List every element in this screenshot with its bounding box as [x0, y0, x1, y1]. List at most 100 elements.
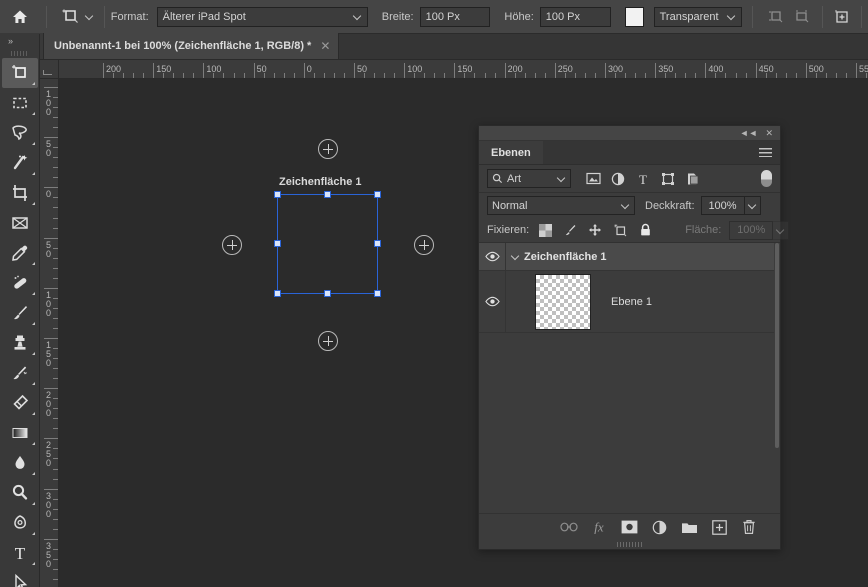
table-row[interactable]: Ebene 1 [479, 271, 780, 333]
group-expand-chevron[interactable] [506, 252, 524, 261]
artboard-selection-box[interactable] [274, 191, 381, 297]
home-button[interactable] [0, 0, 40, 34]
lock-all-button[interactable] [637, 222, 653, 238]
handle-bottom-center[interactable] [323, 290, 331, 297]
handle-middle-left[interactable] [274, 240, 281, 247]
ruler-minor-tick [584, 73, 586, 78]
table-row[interactable]: Zeichenfläche 1 [479, 243, 780, 271]
artboard-align-top-button[interactable] [789, 4, 816, 30]
ruler-minor-tick [665, 73, 667, 78]
tool-brush[interactable] [2, 298, 38, 328]
options-bar: Format: Älterer iPad Spot Breite: 100 Px… [0, 0, 868, 34]
tool-blur[interactable] [2, 448, 38, 478]
opacity-input[interactable]: 100% [700, 196, 745, 215]
document-tab[interactable]: Unbenannt-1 bei 100% (Zeichenfläche 1, R… [44, 33, 340, 59]
ruler-origin-corner[interactable] [40, 60, 59, 79]
panel-title-bar[interactable]: ◄◄ ✕ [479, 126, 780, 141]
format-select[interactable]: Älterer iPad Spot [156, 6, 368, 27]
tool-history-brush[interactable] [2, 358, 38, 388]
layer-thumbnail[interactable] [535, 273, 591, 330]
new-group-button[interactable] [680, 518, 698, 536]
add-artboard-right-button[interactable] [414, 235, 434, 255]
tool-crop[interactable] [2, 178, 38, 208]
tool-path-selection[interactable] [2, 568, 38, 587]
blend-mode-select[interactable]: Normal [487, 196, 635, 215]
delete-layer-button[interactable] [740, 518, 758, 536]
width-input[interactable]: 100 Px [419, 6, 491, 27]
type-tool-icon: T [15, 544, 26, 563]
tool-clone-stamp[interactable] [2, 328, 38, 358]
artboard-align-left-button[interactable] [762, 4, 789, 30]
handle-top-center[interactable] [323, 191, 331, 198]
filter-kind-select[interactable]: Art [487, 169, 571, 188]
filter-enable-toggle[interactable] [761, 170, 772, 187]
height-input[interactable]: 100 Px [539, 6, 611, 27]
panel-collapse-icon[interactable]: ◄◄ [740, 128, 758, 138]
filter-smartobject-button[interactable] [685, 171, 701, 187]
link-layers-button[interactable] [560, 518, 578, 536]
add-artboard-bottom-button[interactable] [318, 331, 338, 351]
layer-mask-button[interactable] [620, 518, 638, 536]
ruler-minor-tick [53, 418, 58, 420]
tool-magic-wand[interactable] [2, 148, 38, 178]
tool-lasso[interactable] [2, 118, 38, 148]
toolbar-drag-grip[interactable] [0, 48, 39, 58]
lock-transparent-pixels-button[interactable] [537, 222, 553, 238]
filter-pixel-button[interactable] [585, 171, 601, 187]
tool-pen[interactable] [2, 508, 38, 538]
filter-adjustment-button[interactable] [610, 171, 626, 187]
ruler-label: 3 0 0 [45, 490, 51, 519]
artboard-name-label[interactable]: Zeichenfläche 1 [279, 176, 362, 188]
layer-style-button[interactable]: fx [590, 518, 608, 536]
handle-bottom-left[interactable] [274, 290, 281, 297]
tool-gradient[interactable] [2, 418, 38, 448]
width-label: Breite: [381, 10, 414, 23]
vertical-ruler[interactable]: 1 0 05 005 01 0 01 5 02 0 02 5 03 0 03 5… [40, 79, 59, 587]
ruler-tick [655, 63, 657, 78]
layer-list[interactable]: Zeichenfläche 1 Ebene 1 [479, 243, 780, 513]
new-layer-button[interactable] [710, 518, 728, 536]
close-icon[interactable]: ✕ [320, 39, 330, 53]
add-artboard-top-button[interactable] [318, 139, 338, 159]
tool-preset-picker[interactable] [53, 3, 98, 31]
handle-middle-right[interactable] [374, 240, 381, 247]
ruler-minor-tick [635, 73, 637, 78]
panel-resize-grip[interactable] [479, 540, 780, 549]
layer-visibility-toggle[interactable] [479, 243, 506, 270]
panel-close-icon[interactable]: ✕ [765, 128, 773, 138]
tool-frame[interactable] [2, 208, 38, 238]
handle-top-left[interactable] [274, 191, 281, 198]
handle-top-right[interactable] [374, 191, 381, 198]
eye-icon [484, 296, 500, 307]
tool-artboard[interactable] [2, 58, 38, 88]
layer-list-scrollbar[interactable] [774, 243, 780, 513]
filter-type-button[interactable]: T [635, 171, 651, 187]
tool-type[interactable]: T [2, 538, 38, 568]
new-artboard-button[interactable] [829, 4, 856, 30]
tab-ebenen[interactable]: Ebenen [479, 141, 543, 164]
toolbar-collapse-button[interactable]: » [0, 34, 39, 48]
horizontal-ruler[interactable]: 200 150 100 50 0 50 100 150 200 250 300 350 400 450 50… [59, 60, 868, 79]
tool-eyedropper[interactable] [2, 238, 38, 268]
ruler-minor-tick [795, 73, 797, 78]
scrollbar-thumb[interactable] [775, 243, 779, 448]
lock-artboard-nesting-button[interactable] [612, 222, 628, 238]
opacity-stepper[interactable] [744, 196, 761, 215]
filter-shape-button[interactable] [660, 171, 676, 187]
new-fill-adjustment-button[interactable] [650, 518, 668, 536]
tool-healing-brush[interactable] [2, 268, 38, 298]
add-artboard-left-button[interactable] [222, 235, 242, 255]
tool-eraser[interactable] [2, 388, 38, 418]
ruler-minor-tick [293, 73, 295, 78]
ruler-tick [253, 63, 255, 78]
tool-dodge[interactable] [2, 478, 38, 508]
layer-visibility-toggle[interactable] [479, 271, 506, 332]
background-select[interactable]: Transparent [653, 6, 742, 27]
lock-position-button[interactable] [587, 222, 603, 238]
ruler-tick [44, 137, 58, 139]
panel-menu-button[interactable] [759, 141, 780, 164]
background-color-swatch[interactable] [624, 6, 644, 27]
tool-rectangular-marquee[interactable] [2, 88, 38, 118]
lock-image-pixels-button[interactable] [562, 222, 578, 238]
handle-bottom-right[interactable] [374, 290, 381, 297]
